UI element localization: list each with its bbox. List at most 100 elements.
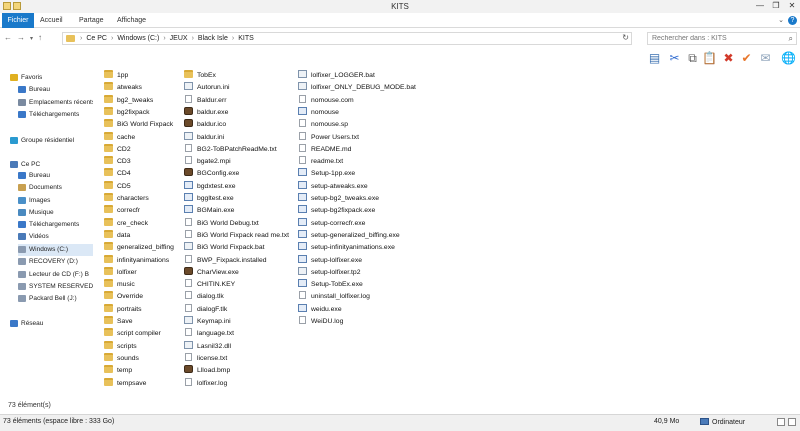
file-item[interactable]: BGConfig.exe xyxy=(184,168,239,180)
file-item[interactable]: nomouse.com xyxy=(298,94,354,107)
file-item[interactable]: Setup-1pp.exe xyxy=(298,168,355,180)
nav-item[interactable]: Emplacements récents xyxy=(18,97,93,109)
file-item[interactable]: bgdxtest.exe xyxy=(184,180,236,193)
file-item[interactable]: Baldur.err xyxy=(184,94,226,107)
breadcrumb-separator[interactable]: › xyxy=(80,34,82,44)
breadcrumb-item[interactable]: Windows (C:) xyxy=(117,34,159,44)
file-item[interactable]: BiG World Fixpack read me.txt xyxy=(184,229,289,242)
file-item[interactable]: BGMain.exe xyxy=(184,205,234,217)
image-list-icon[interactable]: ▤ xyxy=(646,50,663,67)
nav-item[interactable]: Téléchargements xyxy=(18,109,93,121)
breadcrumb-separator[interactable]: › xyxy=(111,34,113,44)
file-item[interactable]: license.txt xyxy=(184,352,227,365)
file-item[interactable]: setup-generalized_biffing.exe xyxy=(298,229,400,242)
nav-item[interactable]: Téléchargements xyxy=(18,219,93,231)
help-icon[interactable]: ? xyxy=(788,16,797,25)
file-item[interactable]: CD5 xyxy=(104,180,131,193)
file-item[interactable]: music xyxy=(104,279,135,291)
tab-accueil[interactable]: Accueil xyxy=(40,13,63,28)
breadcrumb-separator[interactable]: › xyxy=(192,34,194,44)
file-item[interactable]: language.txt xyxy=(184,328,234,340)
nav-item[interactable]: Windows (C:) xyxy=(18,244,93,256)
file-item[interactable]: generalized_biffing xyxy=(104,242,174,254)
web-icon[interactable]: 🌐 xyxy=(780,50,797,67)
breadcrumb-item[interactable]: KITS xyxy=(238,34,254,44)
nav-item[interactable]: Réseau xyxy=(10,318,93,330)
file-item[interactable]: WeiDU.log xyxy=(298,316,343,328)
file-item[interactable]: bgate2.mpi xyxy=(184,156,231,168)
file-item[interactable]: TobEx xyxy=(184,70,216,82)
copy-icon[interactable]: ⧉ xyxy=(684,50,701,67)
nav-item[interactable]: Bureau xyxy=(18,170,93,182)
file-item[interactable]: readme.txt xyxy=(298,156,343,168)
file-item[interactable]: setup-bg2fixpack.exe xyxy=(298,205,375,217)
file-item[interactable]: lolfixer_LOGGER.bat xyxy=(298,70,375,82)
file-item[interactable]: Llload.bmp xyxy=(184,365,230,377)
file-item[interactable]: CD3 xyxy=(104,156,131,168)
close-button[interactable]: ✕ xyxy=(784,0,800,12)
file-item[interactable]: Keymap.ini xyxy=(184,316,231,328)
file-item[interactable]: README.md xyxy=(298,143,351,156)
recent-locations-button[interactable]: ▾ xyxy=(30,35,33,42)
file-item[interactable]: Override xyxy=(104,291,143,303)
file-item[interactable]: 1pp xyxy=(104,70,128,82)
checkmark-icon[interactable]: ✔ xyxy=(738,50,755,67)
file-item[interactable]: sounds xyxy=(104,352,139,365)
file-item[interactable]: Save xyxy=(104,316,133,328)
file-item[interactable]: CD2 xyxy=(104,143,131,156)
file-item[interactable]: lolfixer_ONLY_DEBUG_MODE.bat xyxy=(298,82,416,94)
file-item[interactable]: CD4 xyxy=(104,168,131,180)
file-item[interactable]: infinityanimations xyxy=(104,254,169,267)
nav-item[interactable]: Packard Bell (J:) xyxy=(18,293,93,305)
file-item[interactable]: CHITIN.KEY xyxy=(184,279,235,291)
file-item[interactable]: Lasnil32.dll xyxy=(184,340,231,353)
nav-item[interactable]: Musique xyxy=(18,207,93,219)
search-icon[interactable]: ⌕ xyxy=(789,34,793,44)
file-item[interactable]: cre_check xyxy=(104,217,148,230)
nav-item[interactable]: Groupe résidentiel xyxy=(10,135,93,147)
file-item[interactable]: baldur.ico xyxy=(184,119,226,131)
file-item[interactable]: atweaks xyxy=(104,82,142,94)
file-item[interactable]: setup-infinityanimations.exe xyxy=(298,242,395,254)
large-icons-view-icon[interactable] xyxy=(788,418,796,426)
file-item[interactable]: bg2fixpack xyxy=(104,106,150,119)
file-item[interactable]: cache xyxy=(104,131,135,144)
file-item[interactable]: baldur.exe xyxy=(184,106,228,119)
nav-item[interactable]: Lecteur de CD (F:) B xyxy=(18,269,93,281)
file-item[interactable]: setup-lolfixer.exe xyxy=(298,254,362,267)
file-item[interactable]: setup-lolfixer.tp2 xyxy=(298,266,361,279)
nav-item[interactable]: SYSTEM RESERVED ( xyxy=(18,281,93,293)
file-item[interactable]: BWP_Fixpack.installed xyxy=(184,254,267,267)
breadcrumb-item[interactable]: Ce PC xyxy=(86,34,107,44)
breadcrumb-separator[interactable]: › xyxy=(232,34,234,44)
breadcrumb-item[interactable]: Black Isle xyxy=(198,34,228,44)
file-item[interactable]: tempsave xyxy=(104,377,146,390)
maximize-button[interactable]: ❐ xyxy=(768,0,784,12)
forward-button[interactable]: → xyxy=(17,33,25,42)
file-item[interactable]: CharView.exe xyxy=(184,266,239,279)
nav-item[interactable]: Favoris xyxy=(10,72,93,84)
paste-icon[interactable]: 📋 xyxy=(701,50,718,67)
file-item[interactable]: baldur.ini xyxy=(184,131,224,144)
file-item[interactable]: dialogF.tlk xyxy=(184,303,227,316)
file-item[interactable]: nomouse.sp xyxy=(298,119,348,131)
file-item[interactable]: script compiler xyxy=(104,328,161,340)
file-item[interactable]: BiG World Debug.txt xyxy=(184,217,259,230)
up-button[interactable]: ↑ xyxy=(38,33,42,42)
file-item[interactable]: nomouse xyxy=(298,106,339,119)
file-item[interactable]: weidu.exe xyxy=(298,303,342,316)
file-item[interactable]: dialog.tlk xyxy=(184,291,224,303)
file-item[interactable]: uninstall_lolfixer.log xyxy=(298,291,370,303)
file-item[interactable]: BiG World Fixpack.bat xyxy=(184,242,265,254)
details-view-icon[interactable] xyxy=(777,418,785,426)
file-item[interactable]: BiG World Fixpack xyxy=(104,119,173,131)
delete-icon[interactable]: ✖ xyxy=(720,50,737,67)
file-item[interactable]: BG2-ToBPatchReadMe.txt xyxy=(184,143,277,156)
file-item[interactable]: scripts xyxy=(104,340,137,353)
file-item[interactable]: Autorun.ini xyxy=(184,82,230,94)
nav-item[interactable]: Images xyxy=(18,195,93,207)
tab-fichier[interactable]: Fichier xyxy=(2,13,34,28)
file-item[interactable]: data xyxy=(104,229,130,242)
expand-ribbon-icon[interactable]: ⌄ xyxy=(778,16,784,24)
nav-item[interactable]: RECOVERY (D:) xyxy=(18,256,93,268)
